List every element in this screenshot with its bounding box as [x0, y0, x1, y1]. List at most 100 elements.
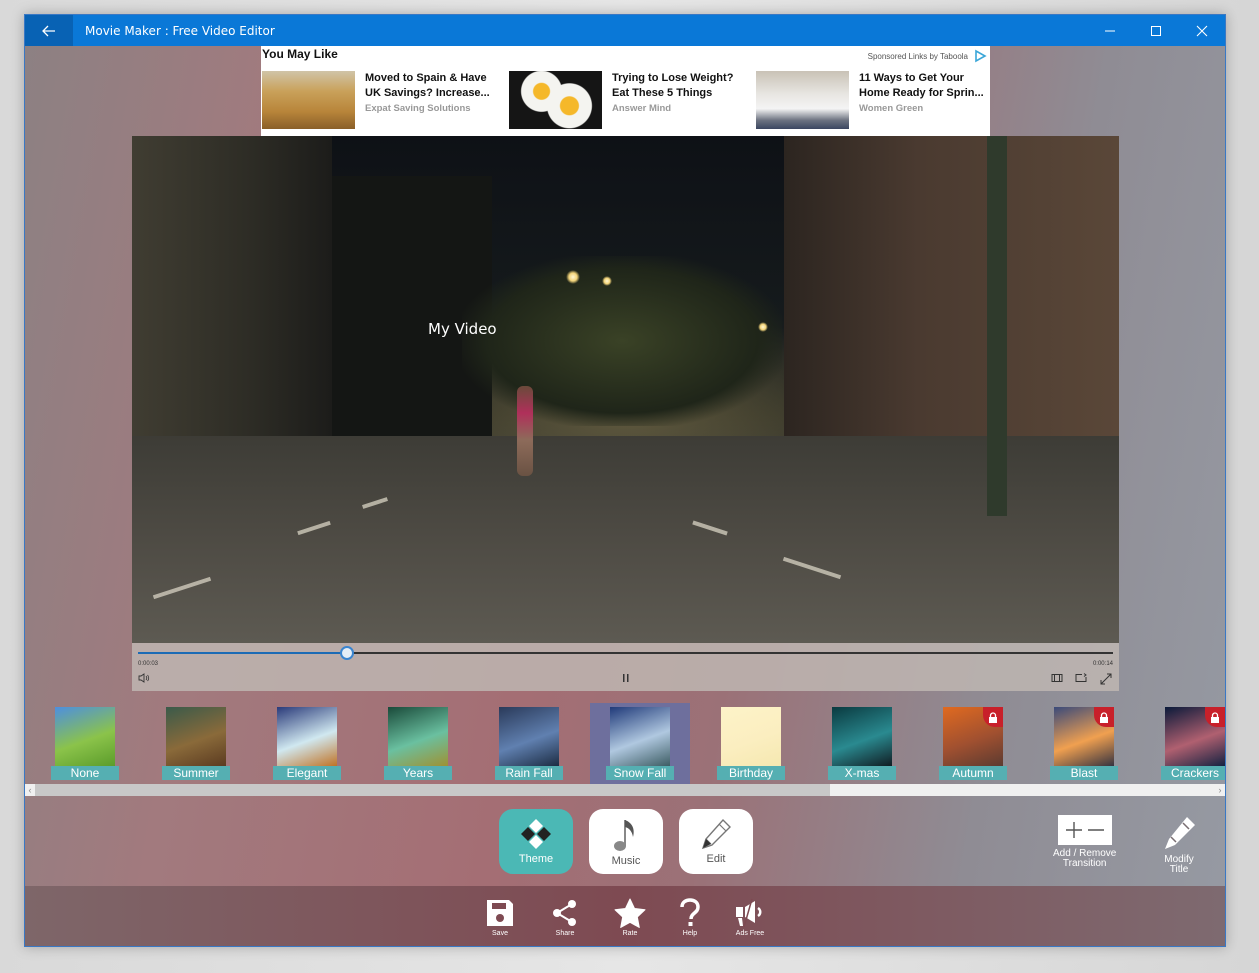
mode-label: Music	[611, 855, 641, 867]
theme-item[interactable]: Autumn	[923, 703, 1023, 785]
theme-item[interactable]: Crackers	[1145, 703, 1225, 785]
theme-thumbnail	[499, 707, 559, 767]
action-label: Help	[682, 930, 698, 937]
theme-item[interactable]: Years	[368, 703, 468, 785]
scene-trees	[462, 256, 782, 426]
theme-icon	[521, 819, 551, 849]
fullscreen-icon[interactable]	[1100, 673, 1112, 685]
ad-title: 11 Ways to Get Your	[859, 72, 964, 84]
theme-label: None	[51, 766, 119, 780]
action-label: Share	[555, 930, 575, 937]
theme-thumbnail	[277, 707, 337, 767]
theme-item[interactable]: None	[35, 703, 135, 785]
theme-thumbnail	[832, 707, 892, 767]
help-icon	[680, 898, 700, 926]
aspect-ratio-icon[interactable]	[1051, 673, 1063, 683]
save-button[interactable]: Save	[475, 898, 525, 937]
player-controls: 0:00:03 0:00:14	[132, 643, 1119, 691]
ads-free-button[interactable]: Ads Free	[725, 898, 775, 937]
ad-sponsor-label[interactable]: Sponsored Links by Taboola	[868, 52, 968, 61]
maximize-icon	[1151, 25, 1161, 36]
ad-title: UK Savings? Increase...	[365, 87, 490, 99]
window-title: Movie Maker : Free Video Editor	[85, 23, 275, 38]
mode-label: Edit	[706, 853, 726, 865]
scene-street-lamp	[758, 322, 768, 332]
scrollbar-thumb[interactable]	[35, 784, 830, 796]
help-button[interactable]: Help	[665, 898, 715, 937]
theme-label: Crackers	[1161, 766, 1225, 780]
ad-source: Women Green	[859, 103, 924, 114]
theme-label: Autumn	[939, 766, 1007, 780]
theme-item[interactable]: Birthday	[701, 703, 801, 785]
ad-source: Answer Mind	[612, 103, 672, 114]
scroll-right-button[interactable]: ›	[1215, 784, 1225, 796]
close-button[interactable]	[1179, 15, 1225, 46]
maximize-button[interactable]	[1133, 15, 1179, 46]
total-time: 0:00:14	[1092, 661, 1113, 667]
pause-icon[interactable]	[622, 673, 630, 683]
theme-item[interactable]: Snow Fall	[590, 703, 690, 785]
theme-thumbnail	[166, 707, 226, 767]
ad-thumbnail	[756, 71, 849, 129]
lock-icon	[983, 707, 1003, 727]
theme-thumbnail	[943, 707, 1003, 767]
seek-bar[interactable]	[138, 646, 1113, 660]
modify-title-button[interactable]: Modify Title	[1161, 815, 1197, 875]
theme-item[interactable]: Rain Fall	[479, 703, 579, 785]
video-overlay-title[interactable]: My Video	[428, 320, 497, 338]
lock-icon	[1094, 707, 1114, 727]
theme-label: Birthday	[717, 766, 785, 780]
ad-item[interactable]: Moved to Spain & Have UK Savings? Increa…	[262, 71, 493, 129]
share-button[interactable]: Share	[540, 898, 590, 937]
music-note-icon	[614, 820, 634, 851]
action-label: Rate	[622, 930, 638, 937]
theme-mode-button[interactable]: Theme	[499, 809, 573, 874]
ad-banner[interactable]: You May Like Sponsored Links by Taboola …	[261, 46, 990, 136]
add-remove-icon	[1057, 815, 1112, 845]
scene-pole	[987, 136, 1007, 516]
title-bar: Movie Maker : Free Video Editor	[25, 15, 1225, 46]
back-button[interactable]	[25, 15, 73, 46]
rate-button[interactable]: Rate	[605, 898, 655, 937]
current-time: 0:00:03	[138, 661, 159, 667]
arrow-left-icon	[42, 25, 55, 36]
pencil-icon	[1165, 817, 1195, 849]
minimize-button[interactable]	[1087, 15, 1133, 46]
add-remove-transition-button[interactable]: Add / Remove Transition	[1053, 815, 1116, 869]
ad-item[interactable]: 11 Ways to Get Your Home Ready for Sprin…	[756, 71, 987, 129]
ad-title: Moved to Spain & Have	[365, 72, 487, 84]
save-icon	[487, 900, 513, 926]
ad-heading: You May Like	[262, 47, 338, 61]
scroll-left-button[interactable]: ‹	[25, 784, 35, 796]
theme-item[interactable]: Blast	[1034, 703, 1134, 785]
volume-icon[interactable]	[138, 673, 150, 683]
action-label: Save	[492, 930, 508, 937]
side-label: Title	[1169, 864, 1189, 875]
theme-item[interactable]: Elegant	[257, 703, 357, 785]
theme-label: Summer	[162, 766, 230, 780]
scene-street-lamp	[566, 270, 580, 284]
theme-scrollbar[interactable]: ‹ ›	[25, 784, 1225, 796]
side-label: Transition	[1062, 858, 1107, 869]
theme-item[interactable]: Summer	[146, 703, 246, 785]
bottom-action-bar: Save Share Rate Help Ads Free	[25, 886, 1225, 946]
ad-thumbnail	[509, 71, 602, 129]
scene-figure	[517, 386, 533, 476]
ad-item[interactable]: Trying to Lose Weight? Eat These 5 Thing…	[509, 71, 740, 129]
theme-label: Blast	[1050, 766, 1118, 780]
mode-label: Theme	[518, 853, 554, 865]
theme-thumbnail	[1054, 707, 1114, 767]
edit-mode-button[interactable]: Edit	[679, 809, 753, 874]
seek-thumb[interactable]	[339, 646, 354, 660]
theme-thumbnail	[55, 707, 115, 767]
theme-thumbnail	[388, 707, 448, 767]
cast-icon[interactable]	[1075, 673, 1087, 683]
seek-bar-progress	[138, 652, 347, 654]
video-preview[interactable]: My Video	[132, 136, 1119, 643]
minimize-icon	[1105, 30, 1115, 31]
action-label: Ads Free	[735, 930, 765, 937]
theme-thumbnail	[721, 707, 781, 767]
music-mode-button[interactable]: Music	[589, 809, 663, 874]
theme-item[interactable]: X-mas	[812, 703, 912, 785]
scene-road	[132, 436, 1119, 643]
